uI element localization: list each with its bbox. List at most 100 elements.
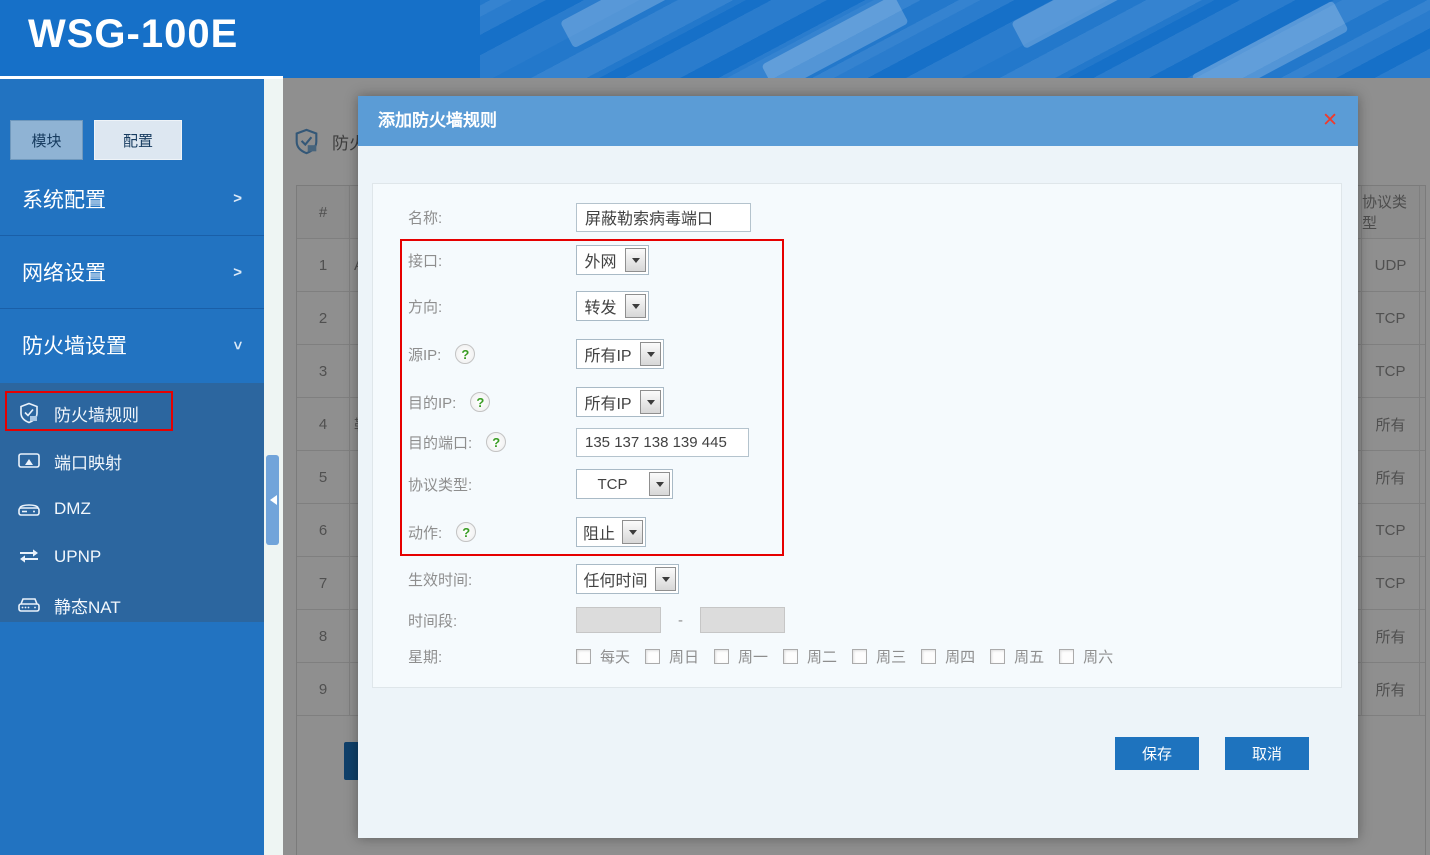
name-input[interactable] — [576, 202, 751, 232]
sidebar-collapse-handle[interactable] — [266, 455, 279, 545]
weekday-checkbox[interactable] — [783, 648, 799, 664]
cancel-button[interactable]: 取消 — [1225, 737, 1309, 770]
weekday-item: 周四 — [921, 646, 975, 667]
hard-drive-icon — [16, 594, 42, 616]
swap-arrows-icon — [16, 546, 42, 568]
interface-label: 接口: — [408, 252, 443, 270]
action-select[interactable]: 阻止 — [576, 517, 646, 547]
form-row-effective-time: 生效时间: 任何时间 — [408, 563, 679, 595]
weekday-item: 周二 — [783, 646, 837, 667]
weekday-checkbox[interactable] — [990, 648, 1006, 664]
protocol-select[interactable]: TCP — [576, 469, 673, 499]
src-ip-value: 所有IP — [584, 348, 632, 365]
sidebar-item-port-mapping[interactable]: 端口映射 — [0, 437, 264, 485]
sidebar-item-firewall-settings[interactable]: 防火墙设置 > — [0, 308, 264, 381]
sidebar-filler — [0, 622, 264, 855]
dst-ip-label: 目的IP: — [408, 394, 457, 412]
form-row-protocol: 协议类型: TCP — [408, 468, 673, 500]
weekday-item: 周日 — [645, 646, 699, 667]
sidebar-item-system-config[interactable]: 系统配置 > — [0, 162, 264, 235]
weekday-checkbox-group: 每天 周日 周一 周二 周三 周四 周五 周六 — [576, 646, 1113, 667]
effective-time-value: 任何时间 — [583, 573, 648, 590]
submenu-label: 防火墙规则 — [54, 405, 139, 425]
interface-value: 外网 — [584, 254, 617, 271]
sidebar-gutter — [264, 78, 283, 855]
submenu-label: DMZ — [54, 499, 91, 518]
dropdown-arrow-icon — [655, 567, 676, 591]
menu-label: 系统配置 — [22, 188, 106, 212]
weekday-item: 周五 — [990, 646, 1044, 667]
header-divider — [0, 76, 283, 79]
weekday-checkbox[interactable] — [852, 648, 868, 664]
sidebar: 模块 配置 系统配置 > 网络设置 > 防火墙设置 > 防火墙规则 端口映射 D… — [0, 78, 264, 855]
effective-time-label: 生效时间: — [408, 571, 473, 589]
weekday-item: 每天 — [576, 646, 630, 667]
dropdown-arrow-icon — [640, 390, 661, 414]
help-icon[interactable]: ? — [456, 522, 477, 542]
weekday-label: 周日 — [669, 648, 700, 666]
chevron-left-icon — [265, 495, 277, 505]
dropdown-arrow-icon — [640, 342, 661, 366]
src-ip-select[interactable]: 所有IP — [576, 339, 664, 369]
chevron-right-icon: > — [233, 263, 242, 281]
sidebar-item-dmz[interactable]: DMZ — [0, 485, 264, 533]
screen-cast-icon — [16, 450, 42, 472]
period-start-input[interactable] — [576, 607, 661, 633]
help-icon[interactable]: ? — [455, 344, 476, 364]
direction-select[interactable]: 转发 — [576, 291, 649, 321]
weekday-label: 周三 — [876, 648, 907, 666]
week-label: 星期: — [408, 648, 443, 666]
dropdown-arrow-icon — [625, 294, 646, 318]
menu-label: 防火墙设置 — [22, 335, 127, 358]
dropdown-arrow-icon — [625, 248, 646, 272]
form-row-name: 名称: — [408, 201, 751, 233]
sidebar-item-upnp[interactable]: UPNP — [0, 533, 264, 581]
weekday-checkbox[interactable] — [1059, 648, 1075, 664]
help-icon[interactable]: ? — [470, 392, 491, 412]
weekday-checkbox[interactable] — [645, 648, 661, 664]
dst-port-label: 目的端口: — [408, 434, 473, 452]
tab-config[interactable]: 配置 — [94, 120, 182, 160]
direction-value: 转发 — [584, 300, 617, 317]
sidebar-tabs: 模块 配置 — [10, 120, 182, 160]
chevron-right-icon: > — [233, 190, 242, 207]
router-icon — [16, 498, 42, 520]
form-row-interface: 接口: 外网 — [408, 244, 649, 276]
period-label: 时间段: — [408, 612, 458, 630]
firewall-submenu: 防火墙规则 端口映射 DMZ UPNP 静态NAT — [0, 383, 264, 637]
help-icon[interactable]: ? — [486, 432, 507, 452]
sidebar-item-firewall-rules[interactable]: 防火墙规则 — [0, 389, 264, 437]
weekday-label: 周四 — [945, 648, 976, 666]
form-row-dst-ip: 目的IP: ? 所有IP — [408, 386, 664, 418]
sidebar-item-network-settings[interactable]: 网络设置 > — [0, 235, 264, 308]
weekday-label: 周五 — [1014, 648, 1045, 666]
action-label: 动作: — [408, 524, 443, 542]
close-icon[interactable]: ✕ — [1322, 109, 1338, 133]
form-row-action: 动作: ? 阻止 — [408, 516, 646, 548]
period-end-input[interactable] — [700, 607, 785, 633]
dropdown-arrow-icon — [622, 520, 643, 544]
dst-ip-select[interactable]: 所有IP — [576, 387, 664, 417]
weekday-checkbox[interactable] — [921, 648, 937, 664]
weekday-item: 周三 — [852, 646, 906, 667]
name-label: 名称: — [408, 209, 443, 227]
form-row-dst-port: 目的端口: ? — [408, 426, 749, 458]
submenu-label: 静态NAT — [54, 597, 121, 617]
save-button[interactable]: 保存 — [1115, 737, 1199, 770]
weekday-checkbox[interactable] — [714, 648, 730, 664]
period-separator: - — [678, 611, 683, 629]
dst-port-input[interactable] — [576, 427, 749, 457]
dialog-title: 添加防火墙规则 — [378, 111, 497, 130]
interface-select[interactable]: 外网 — [576, 245, 649, 275]
weekday-label: 周一 — [738, 648, 769, 666]
weekday-item: 周六 — [1059, 646, 1113, 667]
weekday-checkbox[interactable] — [576, 648, 591, 664]
src-ip-label: 源IP: — [408, 346, 442, 364]
dropdown-arrow-icon — [649, 472, 670, 496]
tab-module[interactable]: 模块 — [10, 120, 83, 160]
effective-time-select[interactable]: 任何时间 — [576, 564, 679, 594]
app-window: WSG-100E 模块 配置 系统配置 > 网络设置 > 防火墙设置 > 防火墙… — [0, 0, 1430, 855]
dialog-header: 添加防火墙规则 ✕ — [358, 96, 1358, 146]
app-header: WSG-100E — [0, 0, 1430, 78]
protocol-label: 协议类型: — [408, 476, 473, 494]
